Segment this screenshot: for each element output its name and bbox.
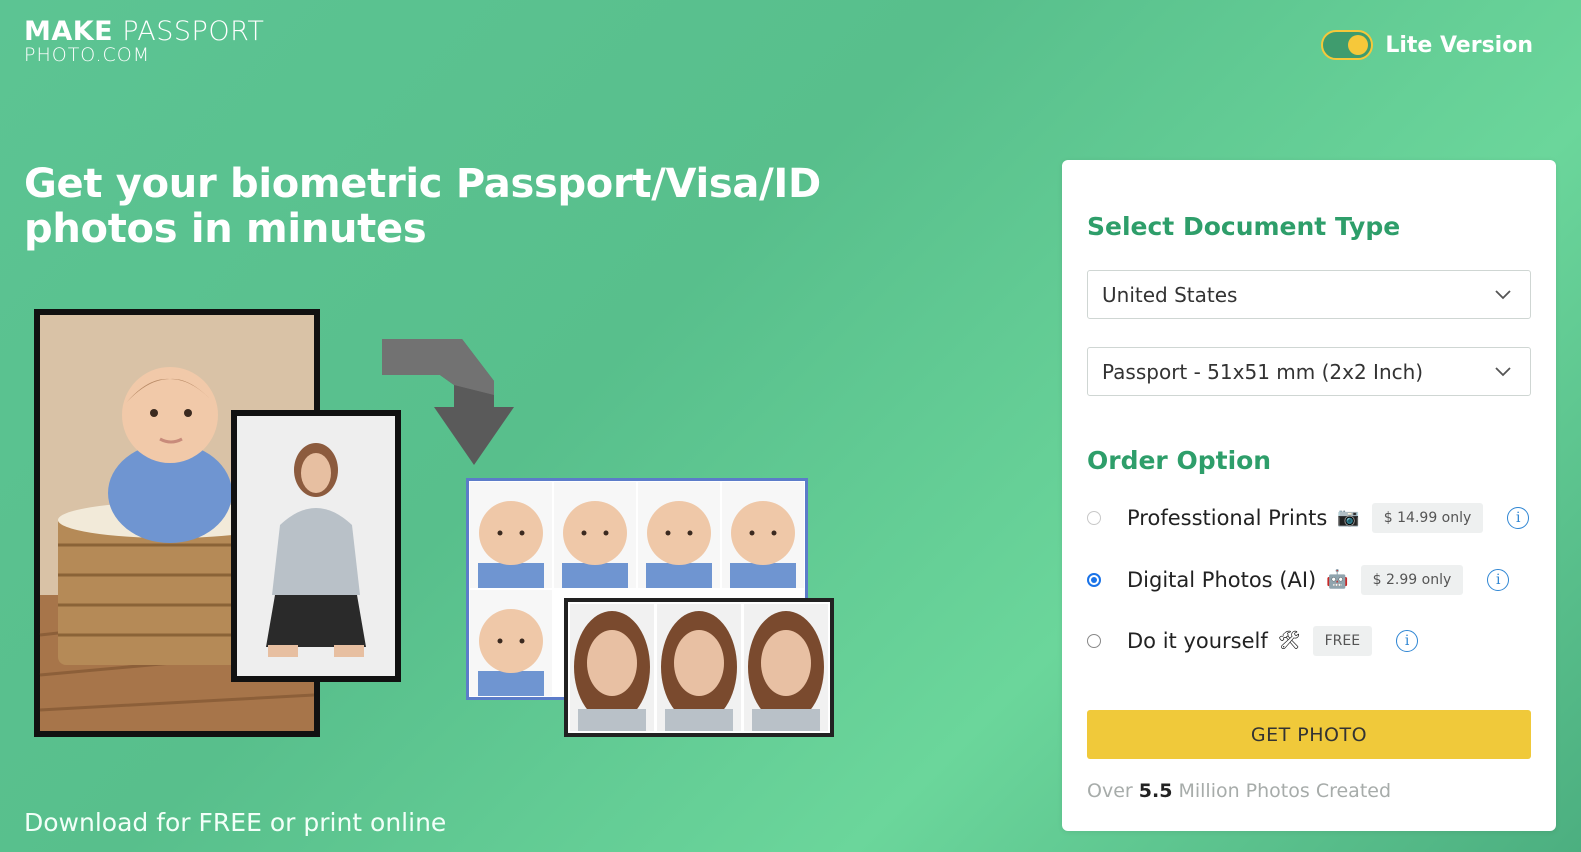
woman-source-photo xyxy=(231,410,401,682)
passport-photo-illustration xyxy=(34,309,834,737)
get-photo-button[interactable]: GET PHOTO xyxy=(1087,710,1531,759)
option-label: Do it yourself xyxy=(1127,629,1268,653)
document-order-card: Select Document Type United States Passp… xyxy=(1062,160,1556,831)
info-icon[interactable]: i xyxy=(1487,569,1510,591)
price-badge: $ 14.99 only xyxy=(1371,503,1484,533)
option-professional-prints[interactable]: Professtional Prints 📷 $ 14.99 only i xyxy=(1087,500,1530,536)
option-do-it-yourself[interactable]: Do it yourself 🛠 FREE i xyxy=(1087,623,1419,659)
lite-version-label: Lite Version xyxy=(1385,32,1533,58)
option-digital-photos[interactable]: Digital Photos (AI) 🤖 $ 2.99 only i xyxy=(1087,562,1510,598)
radio-digital-photos[interactable] xyxy=(1087,573,1101,587)
lite-version-control: Lite Version xyxy=(1321,30,1533,60)
radio-do-it-yourself[interactable] xyxy=(1087,634,1101,648)
tools-icon: 🛠 xyxy=(1277,630,1301,651)
woman-photo-sheet xyxy=(564,598,834,737)
radio-professional-prints[interactable] xyxy=(1087,511,1101,525)
country-select-value: United States xyxy=(1102,282,1238,307)
logo-line-1: MAKE PASSPORT xyxy=(24,16,265,47)
process-arrow-icon xyxy=(382,339,514,465)
page-title: Get your biometric Passport/Visa/ID phot… xyxy=(24,161,821,252)
chevron-down-icon xyxy=(1495,290,1511,300)
logo-line-2: PHOTO.COM xyxy=(24,44,151,66)
download-tagline: Download for FREE or print online xyxy=(24,808,447,837)
document-select-value: Passport - 51x51 mm (2x2 Inch) xyxy=(1102,359,1424,384)
lite-version-toggle[interactable] xyxy=(1321,30,1374,60)
document-type-select[interactable]: Passport - 51x51 mm (2x2 Inch) xyxy=(1087,347,1531,396)
toggle-knob xyxy=(1348,35,1369,55)
option-label: Professtional Prints xyxy=(1127,506,1328,530)
site-logo[interactable]: MAKE PASSPORT PHOTO.COM xyxy=(24,18,264,65)
price-badge: $ 2.99 only xyxy=(1360,565,1464,595)
option-label: Digital Photos (AI) xyxy=(1127,568,1317,592)
photos-created-count: 5.5 xyxy=(1138,780,1173,802)
photos-created-stat: Over 5.5 Million Photos Created xyxy=(1087,780,1392,802)
info-icon[interactable]: i xyxy=(1396,630,1419,652)
order-option-heading: Order Option xyxy=(1087,446,1272,475)
chevron-down-icon xyxy=(1495,367,1511,377)
robot-icon: 🤖 xyxy=(1326,569,1349,590)
price-badge: FREE xyxy=(1312,626,1373,656)
select-document-heading: Select Document Type xyxy=(1087,212,1401,241)
camera-icon: 📷 xyxy=(1337,507,1360,528)
country-select[interactable]: United States xyxy=(1087,270,1531,319)
info-icon[interactable]: i xyxy=(1507,507,1530,529)
